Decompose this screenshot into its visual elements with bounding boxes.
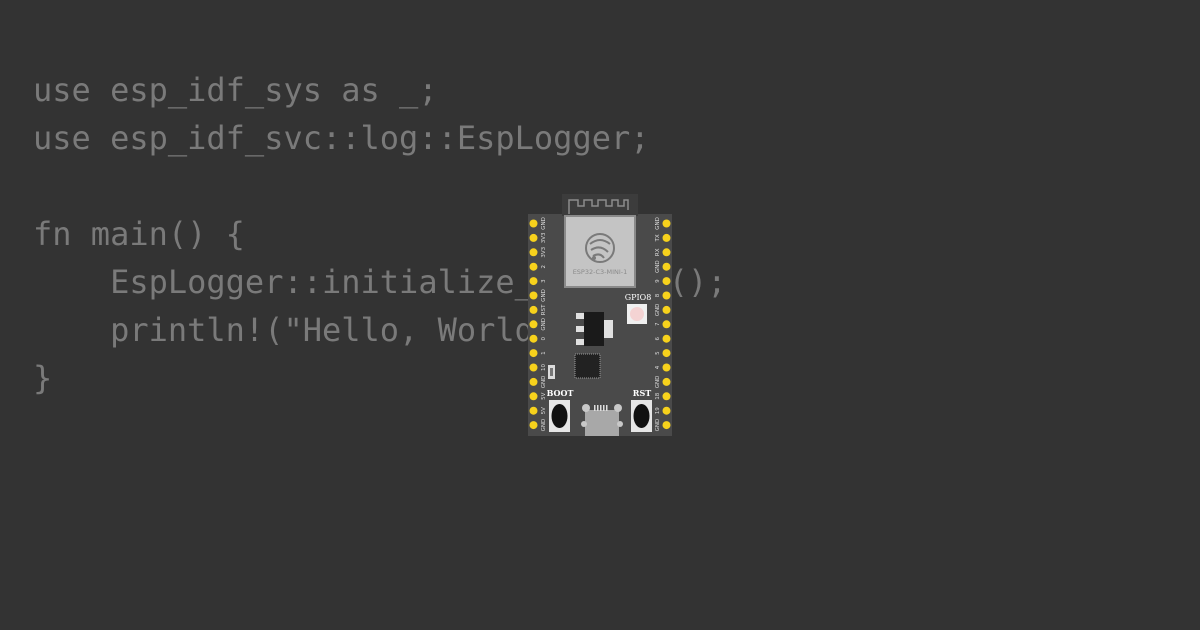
left-pin (529, 277, 538, 286)
right-pin-label: 4 (655, 365, 661, 369)
right-pin (662, 392, 671, 401)
left-pin-label: 10 (541, 364, 547, 371)
left-pin (529, 363, 538, 372)
left-pin-label: 5V (541, 392, 547, 399)
left-pin-label: 1 (541, 351, 547, 355)
led-label: GPIO8 (625, 293, 652, 302)
left-pin (529, 262, 538, 271)
left-pin-label: GND (541, 376, 547, 389)
right-pin-label: 9 (655, 279, 661, 283)
left-pin-label: GND (541, 217, 547, 230)
right-pin (662, 248, 671, 257)
left-pin (529, 291, 538, 300)
right-pin-label: 19 (655, 407, 661, 414)
left-pin (529, 377, 538, 386)
right-pin-label: GND (655, 260, 661, 273)
right-pin-label: TX (655, 234, 661, 242)
left-pin (529, 219, 538, 228)
left-pin (529, 233, 538, 242)
right-pin (662, 320, 671, 329)
usb-uart-chip (574, 353, 601, 379)
esp32-c3-devkit-board: ESP32-C3-MINI-1 GPIO8 BOOT RST GND 3V3 3… (528, 194, 672, 436)
left-pin-label: 3 (541, 279, 547, 283)
right-pin (662, 305, 671, 314)
reset-button[interactable] (631, 400, 652, 432)
right-pin-label: RX (655, 248, 661, 256)
boot-label: BOOT (547, 388, 574, 398)
left-pin-label: 2 (541, 265, 547, 269)
left-pin (529, 334, 538, 343)
right-pin (662, 291, 671, 300)
right-pin-label: 6 (655, 336, 661, 340)
board-svg: ESP32-C3-MINI-1 GPIO8 BOOT RST GND3V33V3… (528, 194, 672, 436)
right-pin (662, 377, 671, 386)
right-pin-label: GND (655, 419, 661, 432)
right-pin (662, 219, 671, 228)
right-pin (662, 334, 671, 343)
left-pin-label: GND (541, 318, 547, 331)
right-pin (662, 277, 671, 286)
left-pin-label: RST (541, 304, 547, 315)
right-pin-label: 8 (655, 293, 661, 297)
left-pin (529, 392, 538, 401)
boot-button[interactable] (549, 400, 570, 432)
right-pin-label: 18 (655, 392, 661, 399)
left-pin-label: 0 (541, 336, 547, 340)
left-pin-label: 3V3 (541, 246, 547, 257)
left-pin-label: 3V3 (541, 232, 547, 243)
right-pin-label: GND (655, 217, 661, 230)
right-pin (662, 349, 671, 358)
left-pin-label: 5V (541, 407, 547, 414)
reset-label: RST (633, 388, 651, 398)
right-pin (662, 406, 671, 415)
right-pin-label: GND (655, 304, 661, 317)
left-pin (529, 305, 538, 314)
left-pin (529, 406, 538, 415)
left-pin (529, 349, 538, 358)
left-pin (529, 320, 538, 329)
rgb-led (627, 304, 647, 324)
code-line: use esp_idf_svc::log::EspLogger; (33, 119, 650, 157)
antenna-icon (562, 194, 638, 216)
esp-module: ESP32-C3-MINI-1 (564, 215, 636, 288)
left-pin-label: GND (541, 289, 547, 302)
right-pin (662, 363, 671, 372)
right-pin-label: GND (655, 376, 661, 389)
code-line: use esp_idf_sys as _; (33, 71, 438, 109)
right-pin (662, 421, 671, 430)
right-pin (662, 262, 671, 271)
left-pin-label: GND (541, 419, 547, 432)
right-pin-label: 5 (655, 351, 661, 355)
right-pin-label: 7 (655, 322, 661, 326)
module-label: ESP32-C3-MINI-1 (573, 268, 628, 276)
left-pin (529, 421, 538, 430)
left-pin (529, 248, 538, 257)
right-pin (662, 233, 671, 242)
